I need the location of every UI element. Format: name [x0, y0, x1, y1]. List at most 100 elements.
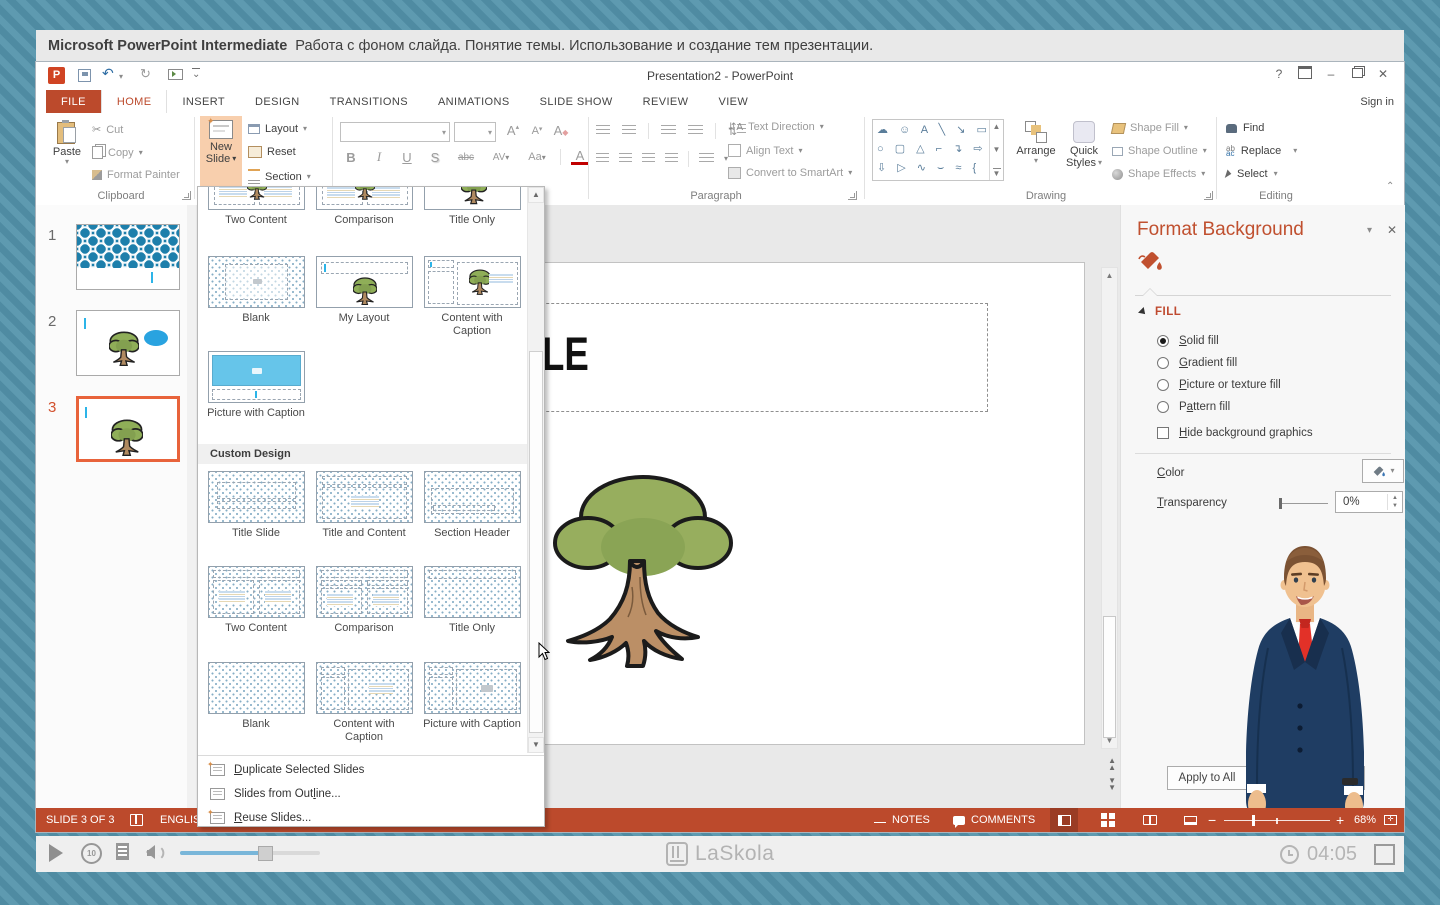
fullscreen-icon[interactable] [1374, 844, 1395, 865]
section-button[interactable]: Section▾ [248, 169, 311, 184]
tab-review[interactable]: REVIEW [628, 90, 704, 113]
slide-indicator[interactable]: SLIDE 3 OF 3 [46, 808, 114, 832]
layout-option-my-layout[interactable]: My Layout [314, 256, 414, 325]
lesson-notes-icon[interactable] [116, 843, 129, 860]
close-icon[interactable]: ✕ [1370, 67, 1396, 81]
spellcheck-icon[interactable] [130, 808, 143, 832]
replace-button[interactable]: abac Replace▾ [1226, 145, 1297, 157]
menu-scroll-down-icon[interactable]: ▼ [528, 737, 544, 753]
slideshow-view-button[interactable] [1176, 808, 1204, 832]
pattern-fill-option[interactable]: Pattern fill [1157, 401, 1230, 413]
zoom-out-button[interactable]: − [1208, 808, 1216, 832]
picture-fill-option[interactable]: Picture or texture fill [1157, 379, 1281, 391]
rewind-10-button[interactable]: 10 [81, 843, 102, 864]
format-painter-button[interactable]: Format Painter [92, 169, 180, 181]
font-size-combo[interactable]: ▾ [454, 122, 496, 142]
text-shadow-button[interactable]: S [426, 150, 444, 165]
gradient-fill-option[interactable]: Gradient fill [1157, 357, 1237, 369]
find-button[interactable]: Find [1226, 122, 1264, 134]
ribbon-display-options-icon[interactable] [1292, 66, 1318, 82]
layout-option-picture-with-caption-theme[interactable]: Picture with Caption [206, 351, 306, 420]
align-center-icon[interactable] [619, 153, 632, 165]
columns-icon[interactable] [699, 153, 714, 165]
tab-insert[interactable]: INSERT [167, 90, 240, 113]
font-name-combo[interactable]: ▾ [340, 122, 450, 142]
apply-to-all-button[interactable]: Apply to All [1167, 766, 1247, 790]
tab-design[interactable]: DESIGN [240, 90, 315, 113]
fit-slide-to-window-icon[interactable]: ✛ [1384, 808, 1397, 832]
new-slide-button[interactable]: ✦ New Slide▾ [200, 116, 242, 186]
drawing-dialog-launcher-icon[interactable] [1204, 191, 1213, 200]
strikethrough-button[interactable]: abc [454, 152, 478, 163]
select-button[interactable]: Select▾ [1226, 168, 1278, 180]
layout-option-title-and-content[interactable]: Title and Content [314, 471, 414, 540]
layout-option-title-only-custom[interactable]: Title Only [422, 566, 522, 635]
collapse-ribbon-icon[interactable]: ⌃ [1386, 181, 1394, 192]
tab-slideshow[interactable]: SLIDE SHOW [525, 90, 628, 113]
change-case-button[interactable]: Aa▾ [524, 151, 550, 163]
layout-option-content-with-caption-theme[interactable]: Content with Caption [422, 256, 522, 338]
tab-transitions[interactable]: TRANSITIONS [315, 90, 423, 113]
shapes-scroll[interactable]: ▲▼▼ [989, 120, 1003, 180]
sign-in-link[interactable]: Sign in [1360, 90, 1404, 113]
slide-2-thumbnail[interactable] [76, 310, 180, 376]
slide-title-text[interactable]: LE [542, 326, 589, 381]
shrink-font-button[interactable]: A▾ [528, 125, 546, 137]
underline-button[interactable]: U [398, 150, 416, 165]
layout-option-two-content-custom[interactable]: Two Content [206, 566, 306, 635]
convert-smartart-button[interactable]: Convert to SmartArt▾ [728, 167, 852, 179]
help-icon[interactable]: ? [1266, 67, 1292, 81]
clear-formatting-button[interactable]: A◆ [552, 123, 570, 138]
canvas-vscroll-thumb[interactable] [1103, 616, 1116, 738]
increase-indent-icon[interactable] [688, 125, 703, 137]
text-direction-button[interactable]: ⇵A Text Direction▾ [728, 121, 824, 133]
previous-slide-icon[interactable]: ▲▲ [1108, 757, 1116, 771]
notes-button[interactable]: NOTES [874, 808, 930, 832]
color-dropdown-button[interactable]: ▾ [1362, 459, 1404, 483]
slide-tree-image[interactable] [544, 467, 742, 671]
spinner-icons[interactable]: ▲▼ [1387, 494, 1402, 510]
zoom-slider[interactable] [1224, 808, 1330, 832]
zoom-level[interactable]: 68% [1354, 808, 1376, 832]
menu-item-duplicate-selected-slides[interactable]: ✦ Duplicate Selected Slides [198, 759, 526, 781]
menu-scroll-up-icon[interactable]: ▲ [528, 187, 544, 203]
layout-option-content-with-caption-custom[interactable]: Content with Caption [314, 662, 414, 744]
font-color-button[interactable]: A [571, 150, 589, 165]
align-text-button[interactable]: Align Text▾ [728, 144, 803, 157]
layout-option-section-header[interactable]: Section Header [422, 471, 522, 540]
canvas-vscrollbar[interactable]: ▲ ▼ [1101, 267, 1118, 749]
paragraph-dialog-launcher-icon[interactable] [848, 191, 857, 200]
slide-3-thumb nail[interactable] [76, 396, 180, 462]
clipboard-dialog-launcher-icon[interactable] [182, 191, 191, 200]
tab-animations[interactable]: ANIMATIONS [423, 90, 525, 113]
layout-option-title-only-theme[interactable]: Title Only [422, 186, 522, 227]
paste-dropdown-icon[interactable]: ▾ [50, 158, 84, 166]
bullets-button[interactable] [596, 125, 610, 137]
next-slide-icon[interactable]: ▼▼ [1108, 777, 1116, 791]
align-right-icon[interactable] [642, 153, 655, 165]
layout-option-title-slide[interactable]: Title Slide [206, 471, 306, 540]
reading-view-button[interactable] [1136, 808, 1164, 832]
fill-section-header[interactable]: FILL [1139, 306, 1181, 318]
zoom-slider-handle[interactable] [1252, 815, 1255, 826]
cut-button[interactable]: ✂ Cut [92, 123, 123, 136]
transparency-spinbox[interactable]: 0% ▲▼ [1335, 491, 1403, 513]
layout-option-blank-custom[interactable]: Blank [206, 662, 306, 731]
copy-button[interactable]: Copy ▾ [92, 146, 143, 159]
bold-button[interactable]: B [342, 150, 360, 165]
zoom-in-button[interactable]: + [1336, 808, 1344, 832]
layout-option-comparison-theme[interactable]: Comparison [314, 186, 414, 227]
slide-sorter-view-button[interactable] [1094, 808, 1122, 832]
character-spacing-button[interactable]: AV▾ [488, 152, 514, 163]
tab-file[interactable]: FILE [46, 90, 101, 113]
layout-button[interactable]: Layout▾ [248, 123, 307, 135]
transparency-slider-track[interactable] [1280, 503, 1328, 504]
solid-fill-option[interactable]: Solid fill [1157, 335, 1219, 347]
minimize-icon[interactable]: – [1318, 67, 1344, 81]
layout-option-two-content-theme[interactable]: Two Content [206, 186, 306, 227]
shapes-gallery[interactable]: ☁ ☺ A ╲ ↘ ▭ ○ ▢ △ ⌐ ↴ ⇨ ⇩ ▷ ∿ ⌣ ≈ { ▲▼▼ [872, 119, 1004, 181]
comments-button[interactable]: COMMENTS [953, 808, 1035, 832]
scroll-up-icon[interactable]: ▲ [1102, 271, 1117, 280]
quick-styles-button[interactable]: Quick Styles▾ [1062, 119, 1106, 169]
volume-icon[interactable] [146, 845, 166, 864]
